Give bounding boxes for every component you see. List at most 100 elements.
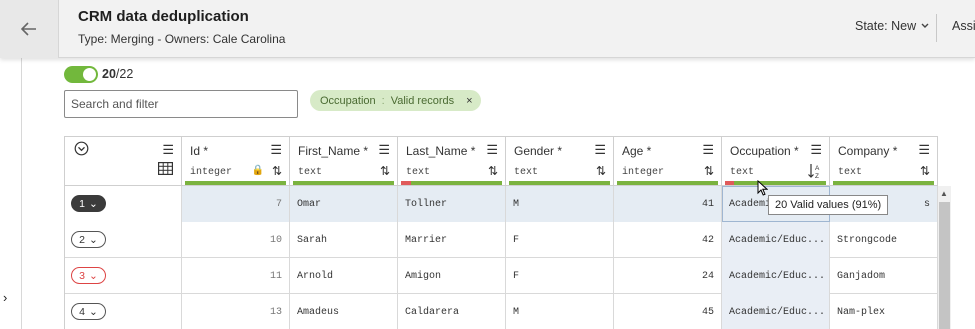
cell-first-name[interactable]: Amadeus (290, 294, 398, 329)
cell-company[interactable]: Strongcode (830, 222, 938, 258)
cell-id[interactable]: 13 (182, 294, 290, 329)
toggle-knob (83, 68, 96, 81)
search-input[interactable] (64, 90, 298, 118)
record-count: 20/22 (102, 67, 133, 81)
count-selected: 20 (102, 67, 116, 81)
hamburger-icon[interactable]: ☰ (270, 142, 282, 158)
expand-panel-icon[interactable]: › (3, 290, 7, 305)
column-header-gender[interactable]: Gender * ☰ text ⇅ (506, 137, 614, 186)
cell-occupation[interactable]: Academic/Educ... (722, 222, 830, 258)
column-type: text (730, 167, 755, 178)
cell-first-name[interactable]: Omar (290, 186, 398, 222)
hamburger-icon[interactable]: ☰ (594, 142, 606, 158)
quality-bar-invalid (401, 181, 412, 185)
quality-bar[interactable] (185, 181, 286, 185)
quality-bar[interactable] (509, 181, 610, 185)
column-header-occupation[interactable]: Occupation * ☰ text A Z (722, 137, 830, 186)
show-valid-toggle[interactable] (64, 66, 98, 83)
sort-arrows-icon[interactable]: ⇅ (272, 164, 282, 178)
column-header-age[interactable]: Age * ☰ integer ⇅ (614, 137, 722, 186)
cell-first-name[interactable]: Arnold (290, 258, 398, 294)
sort-arrows-icon[interactable]: ⇅ (488, 164, 498, 178)
header-divider (936, 14, 937, 42)
cell-id[interactable]: 11 (182, 258, 290, 294)
hamburger-icon[interactable]: ☰ (810, 142, 822, 158)
column-name: Occupation * (730, 144, 799, 158)
hamburger-icon[interactable]: ☰ (918, 142, 930, 158)
cell-gender[interactable]: M (506, 294, 614, 329)
cell-occupation[interactable]: Academic/Educ... (722, 258, 830, 294)
mouse-pointer-icon (757, 180, 768, 196)
column-type: text (406, 167, 431, 178)
column-type: text (514, 167, 539, 178)
cell-age[interactable]: 24 (614, 258, 722, 294)
cell-id[interactable]: 7 (182, 186, 290, 222)
sort-az-icon[interactable]: A Z (808, 163, 822, 179)
vertical-scrollbar[interactable]: ▲ (938, 186, 951, 329)
column-name: First_Name * (298, 144, 369, 158)
state-dropdown[interactable]: State: New (855, 19, 929, 33)
cell-gender[interactable]: M (506, 186, 614, 222)
group-number: 4 (79, 305, 86, 318)
column-type: text (298, 167, 323, 178)
hamburger-icon[interactable]: ☰ (486, 142, 498, 158)
quality-bar[interactable] (293, 181, 394, 185)
cell-id[interactable]: 10 (182, 222, 290, 258)
group-button[interactable]: 1 ⌄ (71, 195, 106, 212)
cell-company[interactable]: Nam-plex (830, 294, 938, 329)
hamburger-icon[interactable]: ☰ (378, 142, 390, 158)
quality-bar[interactable] (401, 181, 502, 185)
lock-icon: 🔒 (251, 165, 264, 176)
column-header-last-name[interactable]: Last_Name * ☰ text ⇅ (398, 137, 506, 186)
cell-last-name[interactable]: Tollner (398, 186, 506, 222)
group-button[interactable]: 4 ⌄ (71, 303, 106, 320)
scrollbar-thumb[interactable] (939, 202, 950, 329)
table-row[interactable]: 2 ⌄ 10 Sarah Marrier F 42 Academic/Educ..… (65, 222, 938, 258)
cell-last-name[interactable]: Caldarera (398, 294, 506, 329)
row-controls-header: ☰ (65, 137, 182, 186)
group-button[interactable]: 3 ⌄ (71, 267, 106, 284)
column-type: integer (622, 167, 665, 178)
cell-first-name[interactable]: Sarah (290, 222, 398, 258)
column-name: Last_Name * (406, 144, 476, 158)
column-type: integer (190, 167, 233, 178)
column-header-first-name[interactable]: First_Name * ☰ text ⇅ (290, 137, 398, 186)
quality-bar[interactable] (725, 181, 826, 185)
cell-gender[interactable]: F (506, 258, 614, 294)
filter-chip[interactable]: Occupation : Valid records × (310, 90, 481, 111)
column-header-company[interactable]: Company * ☰ text ⇅ (830, 137, 938, 186)
count-total: /22 (115, 67, 134, 81)
cell-last-name[interactable]: Amigon (398, 258, 506, 294)
close-icon[interactable]: × (466, 95, 472, 107)
cell-age[interactable]: 41 (614, 186, 722, 222)
cell-occupation[interactable]: Academic/Educ... (722, 294, 830, 329)
grid-header-row: ☰ Id * ☰ integer 🔒 ⇅ First_Name * ☰ text… (65, 137, 938, 186)
chevron-circle-down-icon[interactable] (74, 141, 89, 156)
row-controls: 2 ⌄ (65, 222, 182, 258)
column-name: Company * (838, 144, 898, 158)
group-button[interactable]: 2 ⌄ (71, 231, 106, 248)
sort-arrows-icon[interactable]: ⇅ (704, 164, 714, 178)
hamburger-icon[interactable]: ☰ (162, 142, 174, 158)
back-button[interactable] (0, 0, 59, 58)
hamburger-icon[interactable]: ☰ (702, 142, 714, 158)
row-controls: 1 ⌄ (65, 186, 182, 222)
cell-last-name[interactable]: Marrier (398, 222, 506, 258)
top-header: CRM data deduplication Type: Merging - O… (0, 0, 975, 58)
cell-age[interactable]: 42 (614, 222, 722, 258)
sort-arrows-icon[interactable]: ⇅ (920, 164, 930, 178)
scroll-up-icon[interactable]: ▲ (940, 189, 948, 198)
quality-bar[interactable] (617, 181, 718, 185)
cell-gender[interactable]: F (506, 222, 614, 258)
cell-age[interactable]: 45 (614, 294, 722, 329)
assignee-dropdown[interactable]: Assi (952, 19, 975, 33)
table-row[interactable]: 4 ⌄ 13 Amadeus Caldarera M 45 Academic/Ed… (65, 294, 938, 329)
quality-bar[interactable] (833, 181, 934, 185)
cell-company[interactable]: Ganjadom (830, 258, 938, 294)
sort-arrows-icon[interactable]: ⇅ (380, 164, 390, 178)
table-row[interactable]: 3 ⌄ 11 Arnold Amigon F 24 Academic/Educ..… (65, 258, 938, 294)
table-layout-icon[interactable] (158, 162, 173, 175)
column-header-id[interactable]: Id * ☰ integer 🔒 ⇅ (182, 137, 290, 186)
sort-arrows-icon[interactable]: ⇅ (596, 164, 606, 178)
chevron-down-icon: ⌄ (89, 233, 98, 246)
